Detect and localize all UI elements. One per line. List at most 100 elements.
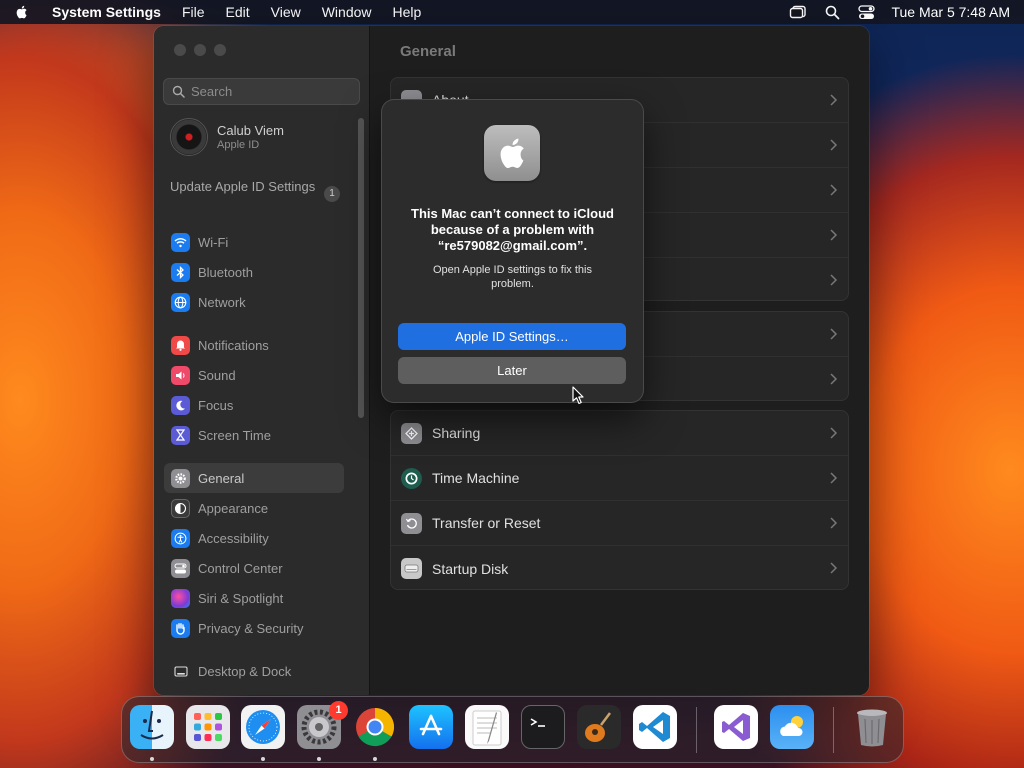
textedit-icon — [472, 710, 502, 746]
menubar-clock[interactable]: Tue Mar 5 7:48 AM — [891, 4, 1010, 20]
update-label: Update Apple ID Settings — [170, 179, 316, 194]
dock: 1 — [121, 696, 904, 763]
update-badge: 1 — [324, 186, 340, 202]
terminal-icon — [530, 718, 545, 727]
menu-edit[interactable]: Edit — [226, 4, 250, 20]
sidebar-item-bluetooth[interactable]: Bluetooth — [164, 257, 344, 287]
sidebar-item-privacy-security[interactable]: Privacy & Security — [164, 613, 344, 643]
dock-app-trash[interactable] — [850, 705, 894, 749]
sidebar-item-appearance[interactable]: Appearance — [164, 493, 344, 523]
notification-badge: 1 — [329, 701, 348, 720]
chrome-icon — [356, 707, 395, 747]
row-label: Sharing — [432, 425, 481, 441]
running-indicator — [373, 757, 377, 761]
time-machine-icon — [401, 467, 422, 489]
spotlight-search-icon[interactable] — [823, 3, 841, 21]
row-transfer-reset[interactable]: Transfer or Reset — [391, 501, 848, 546]
close-button[interactable] — [174, 44, 186, 56]
sidebar-item-label: Accessibility — [198, 530, 269, 546]
dock-icon — [171, 661, 190, 681]
sidebar-item-label: Privacy & Security — [198, 620, 304, 636]
sidebar-item-focus[interactable]: Focus — [164, 390, 344, 420]
apple-id-account[interactable]: Calub Viem Apple ID — [170, 118, 284, 156]
menu-help[interactable]: Help — [393, 4, 422, 20]
sidebar-item-network[interactable]: Network — [164, 287, 344, 317]
dock-app-app-store[interactable] — [409, 705, 453, 749]
sidebar-item-notifications[interactable]: Notifications — [164, 330, 344, 360]
stage-manager-icon[interactable] — [789, 3, 807, 21]
menu-view[interactable]: View — [271, 4, 301, 20]
chevron-right-icon — [830, 427, 838, 439]
avatar — [170, 118, 208, 156]
sidebar-item-label: Siri & Spotlight — [198, 590, 284, 606]
search-input[interactable] — [191, 84, 351, 99]
siri-icon — [171, 588, 190, 608]
sidebar-item-label: Wi-Fi — [198, 234, 229, 250]
sidebar-group-notifications: Notifications Sound Focus Screen Time — [164, 330, 344, 450]
dock-app-garageband[interactable] — [577, 705, 621, 749]
menu-file[interactable]: File — [182, 4, 205, 20]
dock-app-finder[interactable] — [130, 705, 174, 749]
control-center-icon[interactable] — [857, 3, 875, 21]
sidebar-item-general[interactable]: General — [164, 463, 344, 493]
mouse-cursor-icon — [572, 386, 584, 405]
chevron-right-icon — [830, 139, 838, 151]
dock-app-terminal[interactable] — [521, 705, 565, 749]
disk-icon — [401, 558, 422, 579]
dock-app-weather[interactable] — [770, 705, 814, 749]
dock-app-safari[interactable] — [241, 705, 285, 749]
later-button[interactable]: Later — [398, 357, 626, 384]
dock-app-launchpad[interactable] — [186, 705, 230, 749]
gear-icon — [171, 468, 190, 488]
sidebar-item-label: Focus — [198, 397, 234, 413]
row-time-machine[interactable]: Time Machine — [391, 456, 848, 501]
dock-app-textedit[interactable] — [465, 705, 509, 749]
chevron-right-icon — [830, 562, 838, 574]
dock-app-visual-studio[interactable] — [714, 705, 758, 749]
guitar-icon — [585, 712, 611, 742]
sidebar-item-label: Bluetooth — [198, 264, 253, 280]
dock-app-chrome[interactable] — [353, 705, 397, 749]
apple-menu-icon[interactable] — [14, 4, 30, 20]
dialog-message: Open Apple ID settings to fix this probl… — [433, 264, 592, 290]
menu-window[interactable]: Window — [322, 4, 372, 20]
apple-id-settings-button[interactable]: Apple ID Settings… — [398, 323, 626, 350]
hourglass-icon — [171, 425, 190, 445]
sidebar-item-label: General — [198, 470, 245, 486]
chevron-right-icon — [830, 328, 838, 340]
chevron-right-icon — [830, 229, 838, 241]
row-label: Transfer or Reset — [432, 515, 541, 531]
sidebar-scrollbar[interactable] — [358, 118, 364, 418]
dialog-title: This Mac can’t connect to iCloud because… — [411, 206, 614, 253]
sidebar-item-screen-time[interactable]: Screen Time — [164, 420, 344, 450]
settings-group-3: Sharing Time Machine Transfer or Reset S… — [390, 410, 849, 590]
row-startup-disk[interactable]: Startup Disk — [391, 546, 848, 591]
row-label: Startup Disk — [432, 560, 509, 577]
running-indicator — [261, 757, 265, 761]
accessibility-icon — [171, 528, 190, 548]
sidebar-item-label: Notifications — [198, 337, 269, 353]
sidebar: Calub Viem Apple ID Update Apple ID Sett… — [154, 26, 370, 695]
sidebar-item-sound[interactable]: Sound — [164, 360, 344, 390]
sidebar-item-label: Appearance — [198, 500, 269, 516]
sidebar-item-siri-spotlight[interactable]: Siri & Spotlight — [164, 583, 344, 613]
row-sharing[interactable]: Sharing — [391, 411, 848, 456]
sidebar-item-accessibility[interactable]: Accessibility — [164, 523, 344, 553]
menu-app-name[interactable]: System Settings — [52, 4, 161, 20]
sidebar-item-desktop-dock[interactable]: Desktop & Dock — [164, 656, 344, 686]
zoom-button[interactable] — [214, 44, 226, 56]
sidebar-item-wifi[interactable]: Wi-Fi — [164, 227, 344, 257]
app-store-icon — [419, 714, 443, 736]
globe-icon — [171, 292, 190, 312]
safari-icon — [246, 710, 280, 744]
update-apple-id-settings[interactable]: Update Apple ID Settings 1 — [170, 179, 340, 202]
minimize-button[interactable] — [194, 44, 206, 56]
search-field[interactable] — [163, 78, 360, 105]
reset-icon — [401, 512, 422, 534]
menu-bar: System Settings File Edit View Window He… — [0, 0, 1024, 24]
sharing-icon — [401, 422, 422, 444]
sidebar-item-control-center[interactable]: Control Center — [164, 553, 344, 583]
bluetooth-icon — [171, 262, 190, 282]
dock-app-vscode[interactable] — [633, 705, 677, 749]
sidebar-group-desktop: Desktop & Dock — [164, 656, 344, 686]
